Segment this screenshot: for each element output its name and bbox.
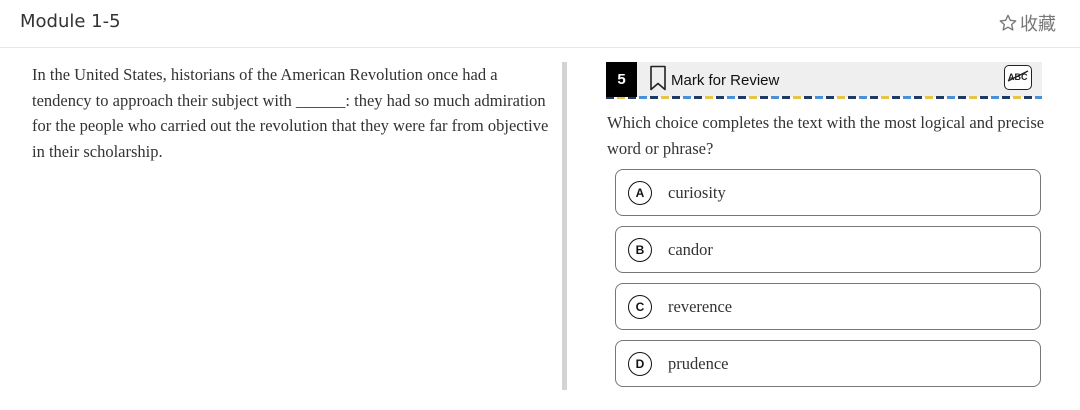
answer-option-b[interactable]: B candor <box>615 226 1041 273</box>
mark-for-review-button[interactable]: Mark for Review <box>649 65 780 95</box>
answer-eliminator-button[interactable]: ABC <box>1004 65 1032 90</box>
mark-for-review-label: Mark for Review <box>671 71 780 89</box>
passage-text: In the United States, historians of the … <box>32 65 549 161</box>
answer-option-c[interactable]: C reverence <box>615 283 1041 330</box>
strikethrough-abc-icon: ABC <box>1007 68 1029 87</box>
question-prompt: Which choice completes the text with the… <box>607 113 1045 158</box>
favorite-button[interactable]: 收藏 <box>998 10 1056 36</box>
bookmark-icon <box>649 65 667 95</box>
option-letter: C <box>628 294 652 319</box>
module-title: Module 1-5 <box>20 11 121 32</box>
svg-text:ABC: ABC <box>1008 72 1028 82</box>
top-header: Module 1-5 收藏 <box>0 0 1080 48</box>
pane-divider[interactable] <box>562 62 567 390</box>
answer-option-a[interactable]: A curiosity <box>615 169 1041 216</box>
question-header-dashed-rule <box>606 96 1042 99</box>
option-letter: D <box>628 351 652 376</box>
answer-option-d[interactable]: D prudence <box>615 340 1041 387</box>
question-number: 5 <box>606 62 637 97</box>
option-letter: B <box>628 237 652 262</box>
option-text: candor <box>668 239 713 259</box>
option-text: reverence <box>668 296 733 316</box>
option-text: prudence <box>668 353 729 373</box>
option-letter: A <box>628 180 652 205</box>
favorite-label: 收藏 <box>1020 14 1056 35</box>
star-outline-icon <box>998 13 1018 33</box>
option-text: curiosity <box>668 182 726 202</box>
